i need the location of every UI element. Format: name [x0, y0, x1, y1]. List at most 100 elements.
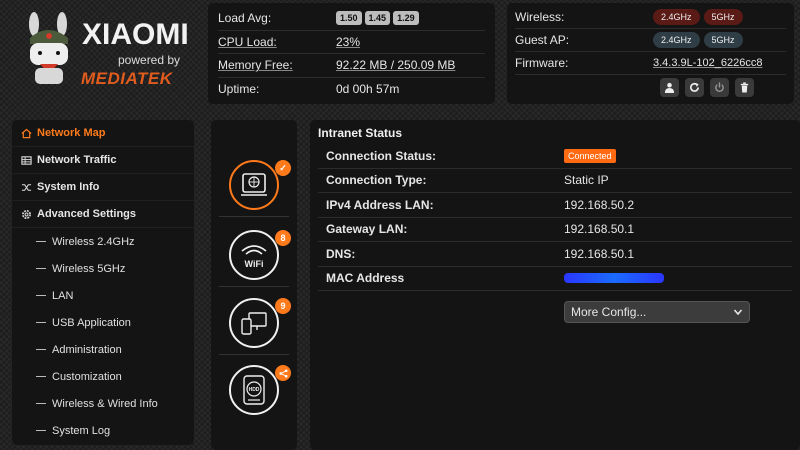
memory-row: Memory Free: 92.22 MB / 250.09 MB [218, 54, 485, 78]
mac-address-label: MAC Address [326, 271, 405, 286]
sidebar-item-label: Network Map [37, 127, 106, 139]
logo: XIAOMI powered by MEDIATEK [18, 8, 198, 103]
sidebar-subitem-usb[interactable]: USB Application [12, 309, 194, 336]
guest-ap-label: Guest AP: [515, 33, 570, 47]
sidebar-subitem-label: Administration [52, 343, 122, 356]
divider [219, 354, 289, 355]
powered-by-text: powered by [118, 53, 181, 67]
sidebar-subitem-lan[interactable]: LAN [12, 282, 194, 309]
cpu-load-value[interactable]: 23% [336, 35, 360, 49]
firmware-row: Firmware: 3.4.3.9L-102_6226cc8 [515, 52, 786, 75]
router-device[interactable]: ✓ [229, 160, 291, 210]
sidebar: Network Map Network Traffic System Info … [12, 120, 194, 445]
usb-storage-device[interactable]: HDD [229, 365, 291, 415]
brand-name: XIAOMI [82, 18, 189, 51]
load-avg-label: Load Avg: [218, 11, 272, 26]
wireless-status-panel: Wireless: 2.4GHz 5GHz Guest AP: 2.4GHz 5… [507, 3, 794, 104]
dash-icon [36, 430, 46, 431]
sidebar-item-label: Advanced Settings [37, 208, 137, 220]
share-icon [275, 365, 291, 381]
wireless-2g-badge[interactable]: 2.4GHz [653, 9, 700, 25]
dns-label: DNS: [326, 246, 356, 261]
sidebar-subitem-label: Customization [52, 370, 122, 383]
ipv4-lan-label: IPv4 Address LAN: [326, 197, 434, 212]
guest-2g-badge[interactable]: 2.4GHz [653, 32, 700, 48]
memory-free-value[interactable]: 92.22 MB / 250.09 MB [336, 58, 455, 72]
sidebar-item-advanced-settings[interactable]: Advanced Settings [12, 201, 194, 228]
gear-icon [20, 208, 32, 220]
router-ok-badge: ✓ [275, 160, 291, 176]
connection-type-row: Connection Type: Static IP [318, 169, 792, 193]
intranet-status-panel: Intranet Status Connection Status: Conne… [310, 120, 800, 450]
sidebar-subitem-label: Wireless & Wired Info [52, 397, 158, 410]
hdd-label: HDD [249, 387, 260, 393]
refresh-icon[interactable] [685, 77, 704, 97]
power-icon[interactable] [710, 77, 729, 97]
mi-bunny-mascot-icon [29, 12, 68, 84]
uptime-row: Uptime: 0d 00h 57m [218, 78, 485, 102]
shuffle-icon [20, 181, 32, 193]
dash-icon [36, 349, 46, 350]
load-avg-5: 1.45 [364, 11, 391, 26]
dash-icon [36, 322, 46, 323]
guest-ap-row: Guest AP: 2.4GHz 5GHz [515, 29, 786, 52]
connection-status-label: Connection Status: [326, 148, 436, 163]
wireless-label: Wireless: [515, 10, 565, 24]
wifi-clients-device[interactable]: WiFi 8 [229, 230, 291, 280]
sidebar-subitem-system-log[interactable]: System Log [12, 417, 194, 444]
clients-count-badge: 9 [275, 298, 291, 314]
sidebar-subitem-wireless-5[interactable]: Wireless 5GHz [12, 255, 194, 282]
firmware-version[interactable]: 3.4.3.9L-102_6226cc8 [653, 57, 762, 69]
sidebar-subitem-wireless-24[interactable]: Wireless 2.4GHz [12, 228, 194, 255]
sidebar-item-network-map[interactable]: Network Map [12, 120, 194, 147]
sidebar-subitem-administration[interactable]: Administration [12, 336, 194, 363]
mac-address-row: MAC Address [318, 267, 792, 291]
sidebar-item-system-info[interactable]: System Info [12, 174, 194, 201]
dash-icon [36, 376, 46, 377]
sidebar-subitem-label: Wireless 2.4GHz [52, 235, 135, 248]
status-badge: Connected [564, 148, 616, 163]
gateway-lan-row: Gateway LAN: 192.168.50.1 [318, 218, 792, 242]
ipv4-lan-value: 192.168.50.2 [564, 197, 635, 212]
load-avg-row: Load Avg: 1.50 1.45 1.29 [218, 7, 485, 31]
router-action-bar [515, 75, 786, 99]
devices-icon [241, 312, 267, 335]
system-stats-panel: Load Avg: 1.50 1.45 1.29 CPU Load: 23% M… [208, 3, 495, 104]
home-icon [20, 127, 32, 139]
chevron-down-icon [733, 309, 743, 316]
sidebar-item-label: System Info [37, 181, 100, 193]
gateway-lan-label: Gateway LAN: [326, 222, 408, 237]
uptime-value: 0d 00h 57m [336, 82, 400, 97]
dash-icon [36, 268, 46, 269]
sidebar-subitem-wireless-wired-info[interactable]: Wireless & Wired Info [12, 390, 194, 417]
guest-5g-badge[interactable]: 5GHz [703, 32, 743, 48]
network-map-devices: ✓ WiFi 8 9 HDD [211, 120, 297, 450]
mac-address-redacted [564, 273, 664, 284]
cpu-load-row: CPU Load: 23% [218, 31, 485, 54]
load-avg-15: 1.29 [393, 11, 419, 26]
connection-status-row: Connection Status: Connected [318, 144, 792, 169]
gateway-lan-value: 192.168.50.1 [564, 222, 635, 237]
router-icon [241, 173, 267, 196]
sidebar-subitem-label: Wireless 5GHz [52, 262, 126, 275]
connection-type-value: Static IP [564, 173, 609, 188]
load-avg-1: 1.50 [336, 11, 362, 26]
divider [219, 216, 289, 217]
clients-device[interactable]: 9 [229, 298, 291, 348]
more-config-select[interactable]: More Config... [564, 301, 750, 323]
divider [219, 286, 289, 287]
sidebar-item-label: Network Traffic [37, 154, 117, 166]
cpu-load-label: CPU Load: [218, 34, 277, 49]
mediatek-logo: MEDIATEK [81, 69, 173, 88]
sidebar-subitem-label: LAN [52, 289, 74, 302]
sidebar-subitem-customization[interactable]: Customization [12, 363, 194, 390]
sidebar-item-network-traffic[interactable]: Network Traffic [12, 147, 194, 174]
sidebar-subitem-label: USB Application [52, 316, 131, 329]
uptime-label: Uptime: [218, 82, 260, 97]
page-title: Intranet Status [318, 126, 403, 140]
firmware-label: Firmware: [515, 56, 569, 70]
wireless-5g-badge[interactable]: 5GHz [703, 9, 743, 25]
trash-icon[interactable] [735, 77, 754, 97]
wireless-row: Wireless: 2.4GHz 5GHz [515, 6, 786, 29]
user-icon[interactable] [660, 77, 679, 97]
